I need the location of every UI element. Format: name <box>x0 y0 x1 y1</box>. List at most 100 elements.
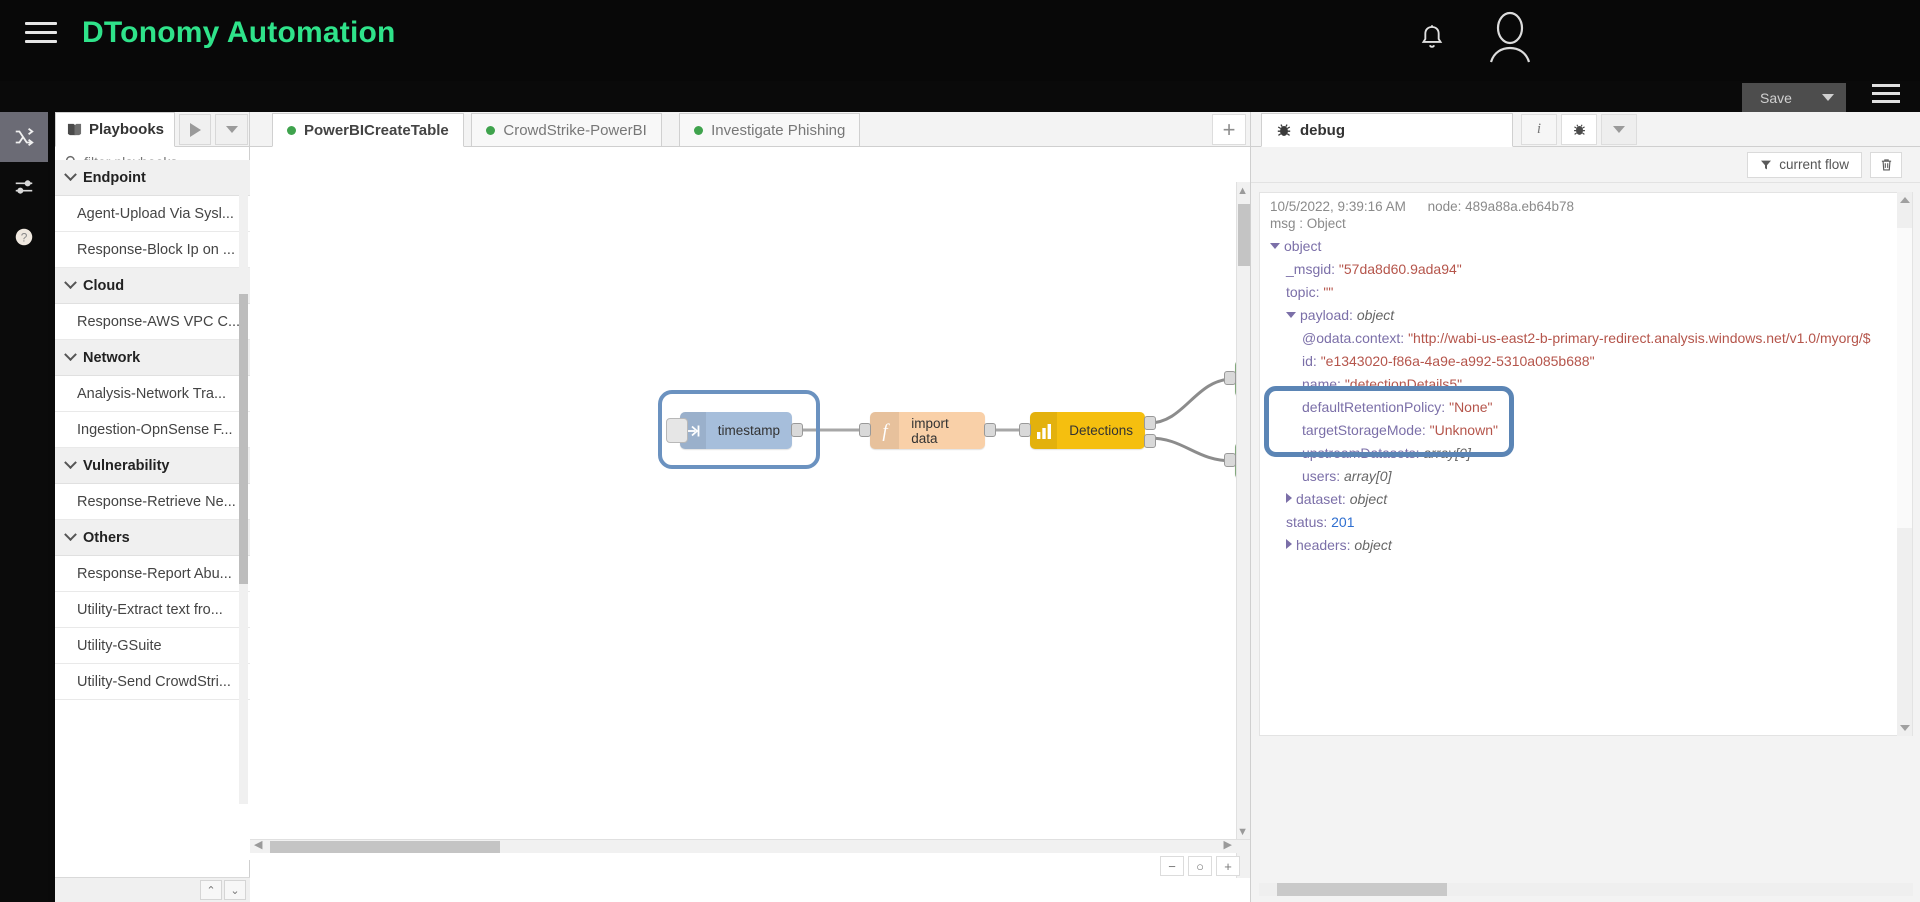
scroll-right-icon[interactable]: ▶ <box>1224 838 1232 851</box>
debug-info-button[interactable]: i <box>1521 114 1557 145</box>
zoom-reset-button[interactable]: ○ <box>1188 856 1212 876</box>
debug-row[interactable]: defaultRetentionPolicy: "None" <box>1270 396 1902 419</box>
playbooks-scrollbar-thumb[interactable] <box>239 294 248 584</box>
tab-playbooks[interactable]: Playbooks <box>55 112 175 147</box>
flow-status-dot <box>694 125 704 135</box>
debug-vscroll-thumb[interactable] <box>1897 228 1912 528</box>
debug-vertical-scrollbar[interactable] <box>1897 192 1912 736</box>
playbook-group-others[interactable]: Others <box>55 520 250 556</box>
debug-key: id: <box>1302 353 1317 369</box>
rail-item-shuffle[interactable] <box>0 112 48 162</box>
zoom-in-button[interactable]: + <box>1216 856 1240 876</box>
debug-horizontal-scrollbar[interactable] <box>1259 883 1913 896</box>
playbook-list-item[interactable]: Analysis-Network Tra... <box>55 376 250 412</box>
playbook-group-vulnerability[interactable]: Vulnerability <box>55 448 250 484</box>
svg-text:f: f <box>882 421 890 442</box>
playbook-list-item[interactable]: Response-Retrieve Ne... <box>55 484 250 520</box>
debug-message-area[interactable]: 10/5/2022, 9:39:16 AM node: 489a88a.eb64… <box>1259 192 1913 736</box>
collapse-all-icon[interactable]: ⌃ <box>200 880 222 900</box>
debug-bug-button[interactable] <box>1561 114 1597 145</box>
playbook-list-item[interactable]: Utility-GSuite <box>55 628 250 664</box>
chevron-down-icon[interactable] <box>1270 243 1280 249</box>
flow-wires <box>802 377 1234 463</box>
playbooks-dropdown-caret-icon[interactable] <box>215 114 248 145</box>
chevron-down-icon[interactable] <box>1286 312 1296 318</box>
notification-bell-icon[interactable] <box>1416 20 1448 54</box>
debug-row[interactable]: _msgid: "57da8d60.9ada94" <box>1270 258 1902 281</box>
flow-tab-investigate-phishing[interactable]: Investigate Phishing <box>679 113 861 147</box>
playbook-group-network[interactable]: Network <box>55 340 250 376</box>
main-menu-icon[interactable] <box>1872 84 1900 108</box>
playbook-group-endpoint[interactable]: Endpoint <box>55 160 250 196</box>
add-flow-tab-button[interactable]: + <box>1212 114 1246 145</box>
hamburger-menu-icon[interactable] <box>25 22 57 48</box>
tab-debug[interactable]: debug <box>1261 113 1513 147</box>
debug-row[interactable]: status: 201 <box>1270 511 1902 534</box>
expand-all-icon[interactable]: ⌄ <box>224 880 246 900</box>
node-input-port[interactable] <box>1019 423 1031 437</box>
chevron-right-icon[interactable] <box>1286 493 1292 503</box>
debug-row[interactable]: payload: object <box>1270 304 1902 327</box>
debug-row[interactable]: @odata.context: "http://wabi-us-east2-b-… <box>1270 327 1902 350</box>
flow-canvas[interactable]: timestampfimport dataDetectionsmsgmsg ▲ … <box>250 147 1250 878</box>
canvas-horizontal-scrollbar[interactable] <box>250 839 1250 853</box>
debug-row[interactable]: upstreamDatasets: array[0] <box>1270 442 1902 465</box>
zoom-out-button[interactable]: − <box>1160 856 1184 876</box>
flow-node-detections[interactable]: Detections <box>1030 412 1145 449</box>
debug-scroll-up-icon[interactable] <box>1897 192 1912 208</box>
hamburger-bar <box>25 31 57 34</box>
playbook-list-item[interactable]: Utility-Extract text fro... <box>55 592 250 628</box>
debug-row[interactable]: topic: "" <box>1270 281 1902 304</box>
scroll-up-icon[interactable]: ▲ <box>1237 185 1248 197</box>
node-output-port[interactable] <box>1144 416 1156 430</box>
chevron-down-icon <box>64 456 77 470</box>
debug-row[interactable]: headers: object <box>1270 534 1902 557</box>
flow-tab-crowdstrike-powerbi[interactable]: CrowdStrike-PowerBI <box>471 113 662 147</box>
canvas-vertical-scrollbar[interactable] <box>1236 182 1250 878</box>
canvas-hscroll-thumb[interactable] <box>270 841 500 853</box>
node-output-port[interactable] <box>984 423 996 437</box>
node-input-port[interactable] <box>859 423 871 437</box>
playbook-list-item[interactable]: Utility-Send CrowdStri... <box>55 664 250 700</box>
debug-filter-current-flow-button[interactable]: current flow <box>1747 151 1862 178</box>
rail-item-settings[interactable] <box>0 162 48 212</box>
playbook-list-item[interactable]: Agent-Upload Via Sysl... <box>55 196 250 232</box>
node-input-port[interactable] <box>1224 371 1236 385</box>
debug-row[interactable]: name: "detectionDetails5" <box>1270 373 1902 396</box>
debug-row[interactable]: object <box>1270 235 1902 258</box>
run-playbook-button[interactable] <box>179 114 211 145</box>
debug-scroll-down-icon[interactable] <box>1897 720 1912 736</box>
debug-options-caret-icon[interactable] <box>1601 114 1637 145</box>
scroll-left-icon[interactable]: ◀ <box>254 838 262 851</box>
debug-clear-button[interactable] <box>1870 151 1902 178</box>
debug-key: headers: <box>1296 537 1351 553</box>
playbook-group-cloud[interactable]: Cloud <box>55 268 250 304</box>
save-button[interactable]: Save <box>1742 83 1810 112</box>
node-input-port[interactable] <box>1224 453 1236 467</box>
debug-hscroll-thumb[interactable] <box>1277 883 1447 896</box>
save-dropdown-caret-icon[interactable] <box>1810 83 1846 112</box>
flow-node-importdata[interactable]: f import data <box>870 412 985 449</box>
flow-tab-powerbicreatetable[interactable]: PowerBICreateTable <box>272 113 464 147</box>
debug-value: object <box>1354 537 1392 553</box>
playbooks-list[interactable]: Endpoint Agent-Upload Via Sysl... Response… <box>55 160 250 860</box>
debug-row[interactable]: users: array[0] <box>1270 465 1902 488</box>
inject-trigger-button[interactable] <box>666 418 688 443</box>
debug-row[interactable]: targetStorageMode: "Unknown" <box>1270 419 1902 442</box>
flow-status-dot <box>486 125 496 135</box>
user-avatar-icon[interactable] <box>1484 8 1536 64</box>
rail-item-help[interactable]: ? <box>0 212 48 262</box>
playbook-list-item[interactable]: Ingestion-OpnSense F... <box>55 412 250 448</box>
scroll-down-icon[interactable]: ▼ <box>1237 826 1248 838</box>
playbook-list-item[interactable]: Response-AWS VPC C... <box>55 304 250 340</box>
node-output-port[interactable] <box>1144 434 1156 448</box>
canvas-vscroll-thumb[interactable] <box>1238 204 1250 266</box>
playbook-list-item[interactable]: Response-Block Ip on ... <box>55 232 250 268</box>
debug-sidebar: debug i current flow 10/5/2022, 9:39:16 … <box>1250 112 1920 902</box>
chevron-right-icon[interactable] <box>1286 539 1292 549</box>
debug-row[interactable]: id: "e1343020-f86a-4a9e-a992-5310a085b68… <box>1270 350 1902 373</box>
debug-object-tree[interactable]: object _msgid: "57da8d60.9ada94" topic: ""… <box>1260 235 1912 557</box>
debug-row[interactable]: dataset: object <box>1270 488 1902 511</box>
playbooks-scrollbar[interactable] <box>239 184 248 804</box>
playbook-list-item[interactable]: Response-Report Abu... <box>55 556 250 592</box>
